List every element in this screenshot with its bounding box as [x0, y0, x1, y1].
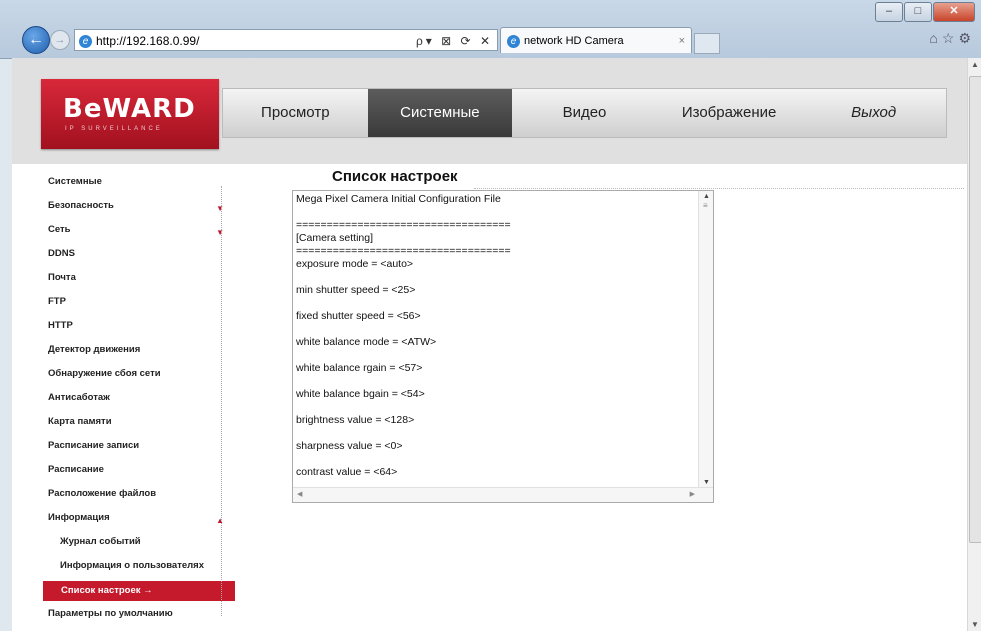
sidebar-item-ddns[interactable]: DDNS: [42, 245, 227, 269]
scroll-down-icon[interactable]: ▼: [971, 620, 979, 629]
home-icon[interactable]: ⌂: [929, 30, 941, 46]
star-icon[interactable]: ☆: [942, 30, 959, 46]
top-navigation: Просмотр Системные Видео Изображение Вых…: [222, 88, 947, 138]
back-icon[interactable]: ←: [22, 26, 50, 54]
sidebar-item-defaults[interactable]: Параметры по умолчанию: [42, 605, 227, 629]
nav-system[interactable]: Системные: [367, 89, 513, 137]
sidebar-item-label: Сеть: [48, 224, 71, 235]
new-tab-button[interactable]: [694, 33, 720, 54]
sidebar-item-label: Антисаботаж: [48, 392, 110, 403]
scroll-grip-icon[interactable]: ≡: [703, 201, 708, 210]
sidebar-item-label: Системные: [48, 176, 102, 187]
logo-tagline: IP SURVEILLANCE: [65, 126, 163, 132]
title-divider: [474, 188, 964, 189]
textarea-horizontal-scrollbar[interactable]: ◀ ▶: [293, 487, 713, 502]
arrow-right-icon: →: [143, 585, 153, 596]
nav-exit[interactable]: Выход: [801, 89, 946, 137]
sidebar-item-label: Информация: [48, 512, 110, 523]
gear-icon[interactable]: ⚙: [958, 30, 975, 46]
sidebar-item-label: DDNS: [48, 248, 75, 259]
sidebar-item-label: Журнал событий: [60, 536, 141, 547]
sidebar-item-tamper[interactable]: Антисаботаж: [42, 389, 227, 413]
sidebar-item-information[interactable]: Информация ▲: [42, 509, 227, 533]
tab-title: network HD Camera: [524, 35, 624, 47]
sidebar-item-label: Расписание: [48, 464, 104, 475]
scroll-thumb[interactable]: [969, 76, 981, 543]
maximize-icon[interactable]: □: [904, 2, 932, 22]
config-textarea[interactable]: Mega Pixel Camera Initial Configuration …: [292, 190, 714, 503]
textarea-vertical-scrollbar[interactable]: ▲ ≡ ▼: [698, 191, 713, 488]
browser-tab[interactable]: e network HD Camera ×: [500, 27, 692, 53]
url-text: http://192.168.0.99/: [96, 34, 200, 48]
sidebar-item-system[interactable]: Системные: [42, 173, 227, 197]
sidebar-item-record-schedule[interactable]: Расписание записи: [42, 437, 227, 461]
sidebar-item-network[interactable]: Сеть ▼: [42, 221, 227, 245]
browser-chrome: – □ ✕ ← → e http://192.168.0.99/ ρ▾ ⊠ ⟳ ✕…: [0, 0, 981, 59]
sidebar-item-label: HTTP: [48, 320, 73, 331]
logo-word: BeWARD: [63, 94, 196, 124]
address-tools[interactable]: ρ▾ ⊠ ⟳ ✕: [416, 30, 493, 52]
sidebar-item-memory-card[interactable]: Карта памяти: [42, 413, 227, 437]
minimize-icon[interactable]: –: [875, 2, 903, 22]
sidebar-item-label: Параметры по умолчанию: [48, 608, 173, 619]
close-icon[interactable]: ✕: [933, 2, 975, 22]
scroll-down-icon[interactable]: ▼: [703, 479, 710, 486]
scroll-up-icon[interactable]: ▲: [703, 193, 710, 200]
ie-icon: e: [79, 35, 92, 49]
browser-window: – □ ✕ ← → e http://192.168.0.99/ ρ▾ ⊠ ⟳ ✕…: [0, 0, 981, 631]
address-bar[interactable]: e http://192.168.0.99/ ρ▾ ⊠ ⟳ ✕: [74, 29, 498, 51]
scroll-right-icon[interactable]: ▶: [690, 490, 695, 498]
sidebar-item-ftp[interactable]: FTP: [42, 293, 227, 317]
page-vertical-scrollbar[interactable]: ▲ ▼: [967, 58, 981, 631]
window-controls: – □ ✕: [874, 2, 975, 22]
sidebar-item-label: Информация о пользователях: [60, 560, 204, 571]
sidebar-item-label: Расположение файлов: [48, 488, 157, 499]
sidebar-item-label: Расписание записи: [48, 440, 140, 451]
page-header: BeWARD IP SURVEILLANCE Просмотр Системны…: [12, 58, 967, 164]
sidebar-item-settings-list[interactable]: Список настроек →: [43, 581, 235, 601]
sidebar-item-event-log[interactable]: Журнал событий: [42, 533, 227, 557]
forward-icon[interactable]: →: [50, 30, 70, 50]
scroll-left-icon[interactable]: ◀: [297, 490, 302, 498]
beward-logo: BeWARD IP SURVEILLANCE: [41, 79, 219, 149]
toolbar-icons: ⌂☆⚙: [929, 30, 975, 47]
sidebar-item-label: Детектор движения: [48, 344, 141, 355]
sidebar-item-network-failure[interactable]: Обнаружение сбоя сети: [42, 365, 227, 389]
nav-video[interactable]: Видео: [512, 89, 657, 137]
sidebar-item-label: Список настроек: [61, 585, 141, 596]
sidebar-item-http[interactable]: HTTP: [42, 317, 227, 341]
nav-view[interactable]: Просмотр: [223, 89, 368, 137]
sidebar-item-label: Безопасность: [48, 200, 114, 211]
ie-icon: e: [507, 34, 520, 48]
sidebar-item-label: Карта памяти: [48, 416, 112, 427]
tab-close-icon[interactable]: ×: [679, 28, 685, 54]
page-title: Список настроек: [332, 168, 458, 185]
sidebar-item-label: FTP: [48, 296, 66, 307]
sidebar-item-motion-detector[interactable]: Детектор движения: [42, 341, 227, 365]
config-text[interactable]: Mega Pixel Camera Initial Configuration …: [296, 193, 696, 487]
sidebar-item-security[interactable]: Безопасность ▼: [42, 197, 227, 221]
sidebar-item-label: Обнаружение сбоя сети: [48, 368, 161, 379]
sidebar-item-schedule[interactable]: Расписание: [42, 461, 227, 485]
sidebar-menu: Системные Безопасность ▼ Сеть ▼ DDNS Почта…: [42, 173, 235, 629]
sidebar-item-user-info[interactable]: Информация о пользователях: [42, 557, 227, 581]
sidebar-item-label: Почта: [48, 272, 76, 283]
scroll-up-icon[interactable]: ▲: [971, 60, 979, 69]
sidebar-item-file-location[interactable]: Расположение файлов: [42, 485, 227, 509]
sidebar-item-mail[interactable]: Почта: [42, 269, 227, 293]
web-page: BeWARD IP SURVEILLANCE Просмотр Системны…: [12, 58, 967, 631]
nav-image[interactable]: Изображение: [657, 89, 802, 137]
sidebar-divider: [221, 186, 222, 616]
